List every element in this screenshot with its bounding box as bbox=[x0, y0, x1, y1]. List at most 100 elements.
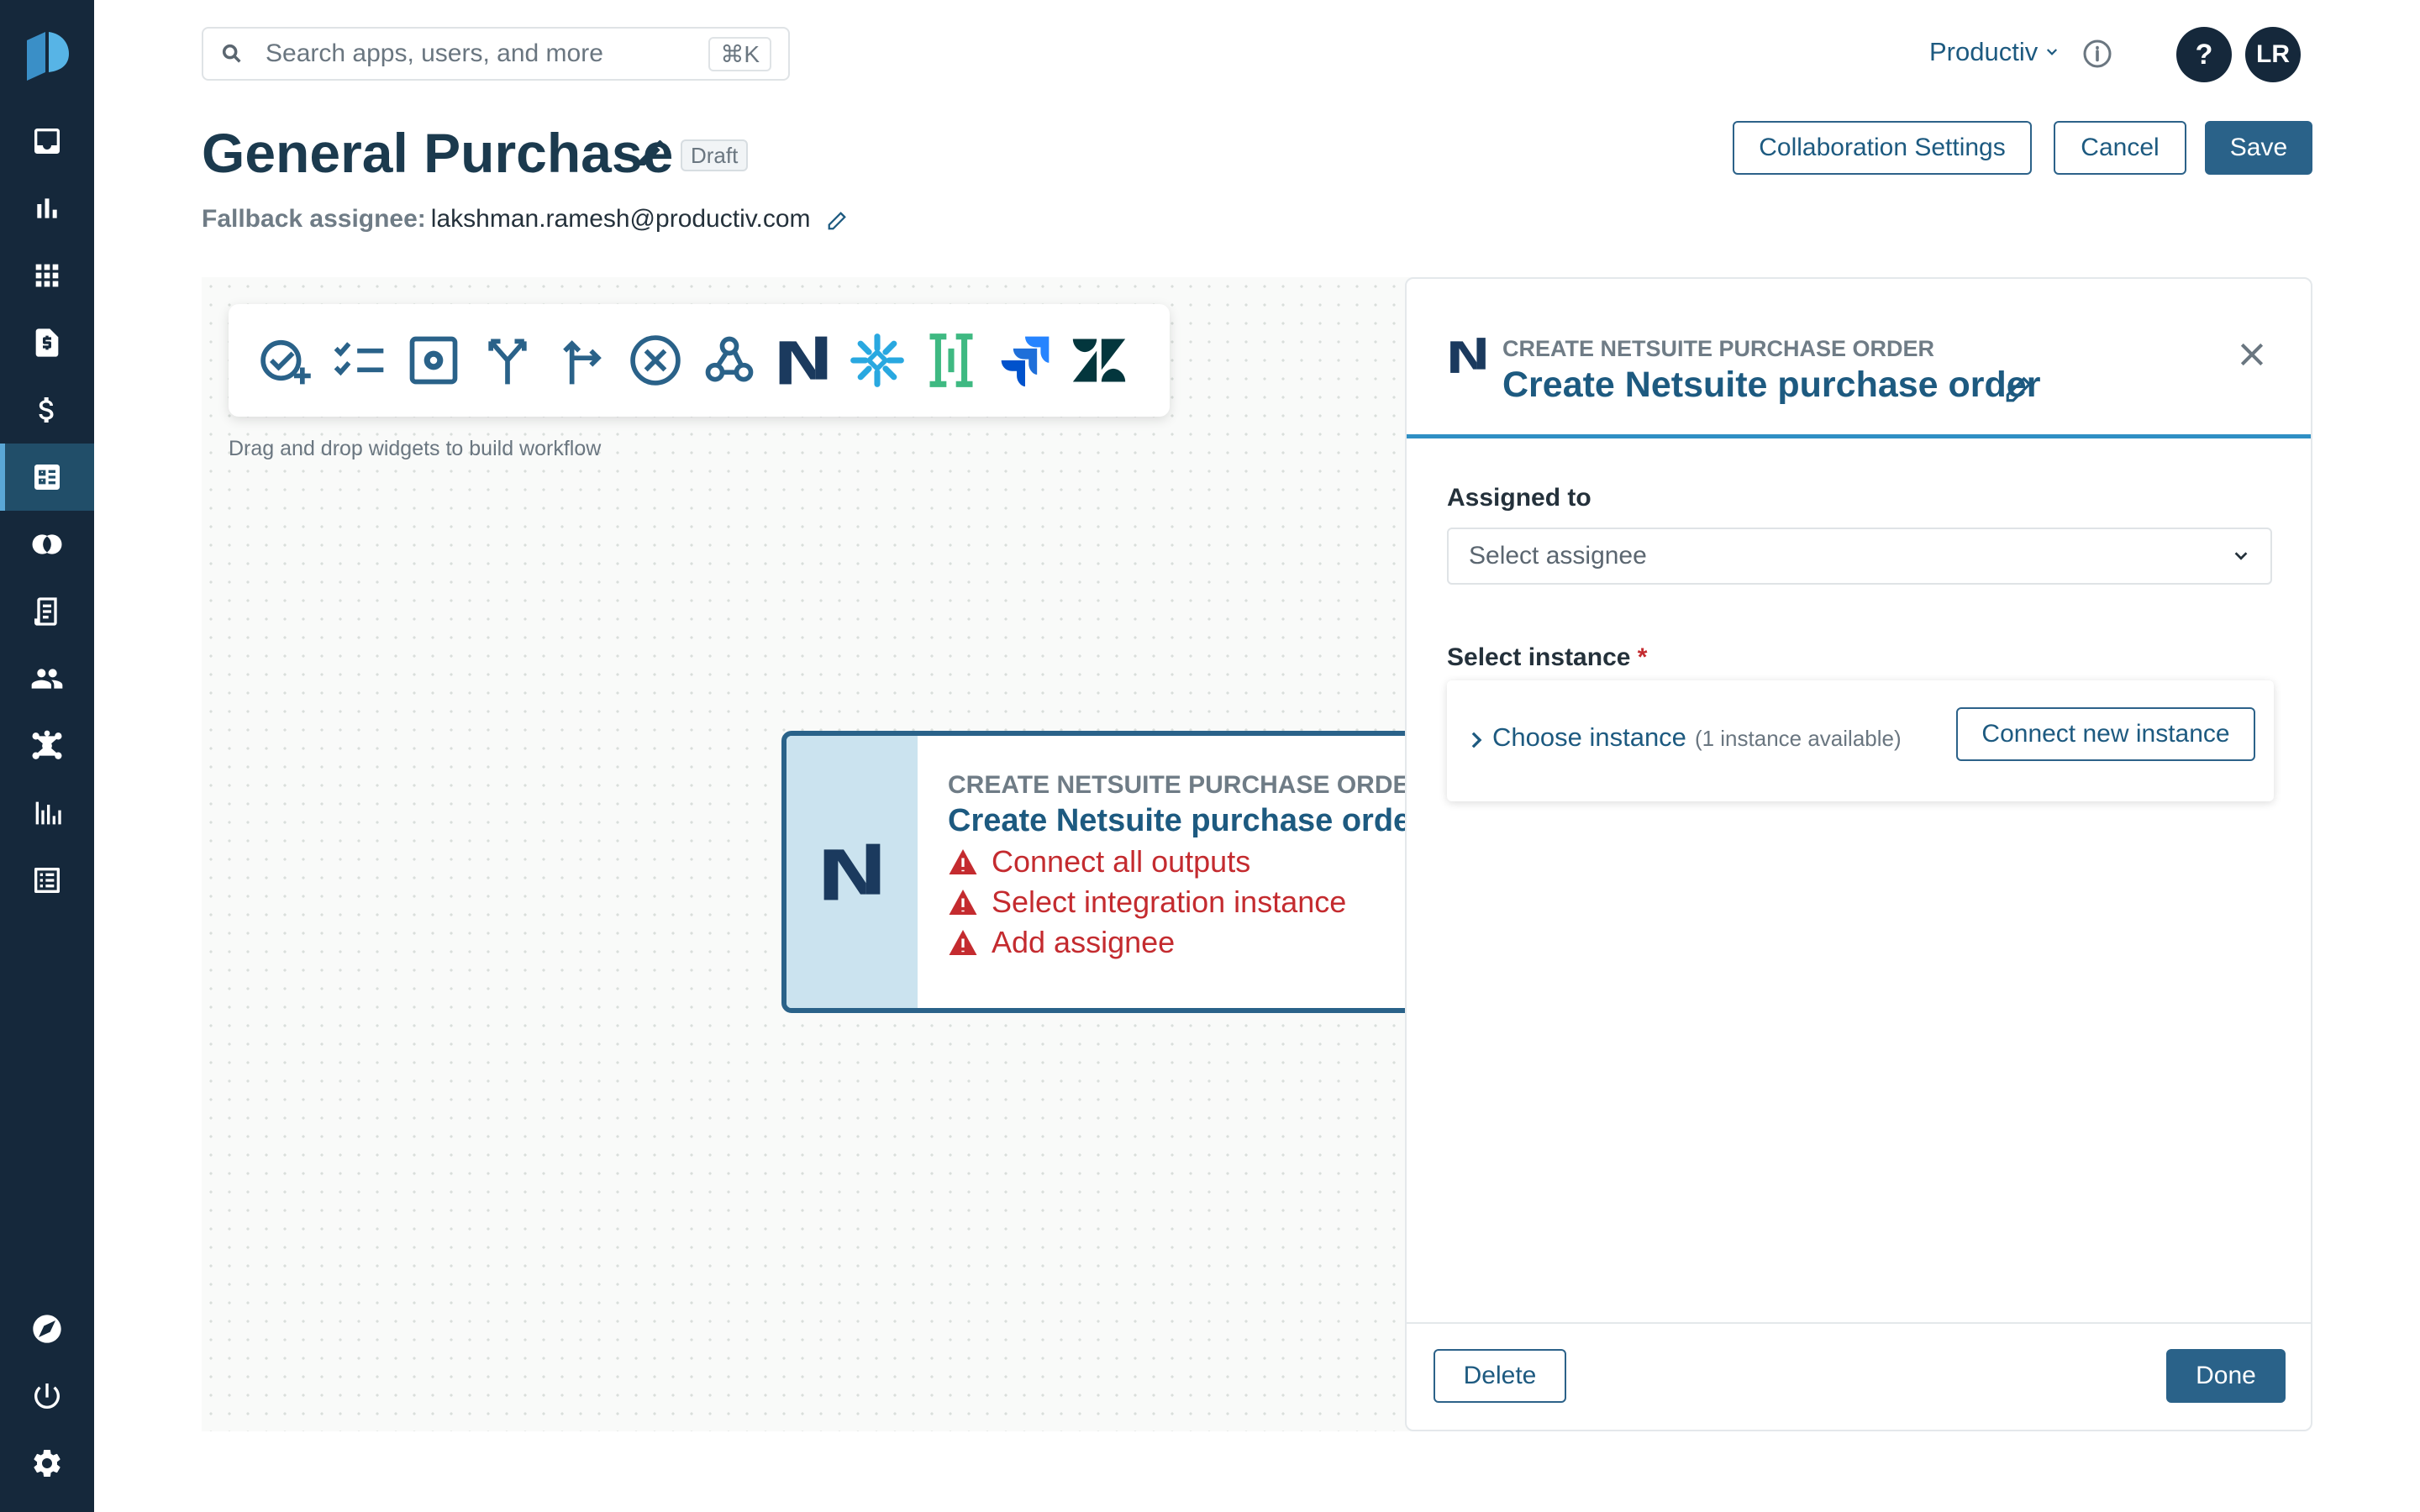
close-icon[interactable] bbox=[2235, 338, 2269, 371]
branch-icon[interactable] bbox=[553, 332, 610, 389]
sidebar-item-logs[interactable] bbox=[0, 847, 94, 914]
choose-instance-text: Choose instance bbox=[1492, 722, 1686, 752]
chevron-down-icon bbox=[2047, 49, 2058, 55]
assignee-placeholder: Select assignee bbox=[1469, 542, 1647, 570]
choose-instance-toggle[interactable]: Choose instance (1 instance available) bbox=[1492, 722, 1902, 753]
sidebar-item-integrations[interactable] bbox=[0, 712, 94, 780]
node-body: CREATE NETSUITE PURCHASE ORDER Create Ne… bbox=[918, 736, 1412, 1008]
instance-label-text: Select instance bbox=[1447, 643, 1631, 671]
widget-toolbar bbox=[229, 304, 1170, 417]
netsuite-logo-icon bbox=[1450, 338, 1486, 373]
power-icon bbox=[34, 1383, 60, 1409]
sidebar-item-overlap[interactable] bbox=[0, 511, 94, 578]
netsuite-icon[interactable] bbox=[775, 332, 832, 389]
sidebar bbox=[0, 0, 94, 1512]
global-search[interactable]: Search apps, users, and more ⌘K bbox=[202, 27, 790, 81]
sidebar-item-invoices[interactable] bbox=[0, 578, 94, 645]
help-button[interactable]: ? bbox=[2176, 27, 2232, 82]
approval-add-icon[interactable] bbox=[257, 332, 314, 389]
sidebar-item-workflows[interactable] bbox=[0, 444, 94, 511]
bar-chart-icon bbox=[37, 198, 57, 218]
panel-title: Create Netsuite purchase order bbox=[1502, 365, 2041, 405]
instance-count: (1 instance available) bbox=[1694, 726, 1902, 751]
chevron-right-icon[interactable] bbox=[1469, 731, 1484, 749]
sidebar-item-reports[interactable] bbox=[0, 780, 94, 847]
info-icon[interactable] bbox=[2082, 39, 2112, 69]
warning-text: Select integration instance bbox=[992, 885, 1347, 919]
save-button[interactable]: Save bbox=[2205, 121, 2312, 175]
delete-button[interactable]: Delete bbox=[1434, 1349, 1566, 1403]
sidebar-item-spend[interactable] bbox=[0, 376, 94, 444]
sidebar-item-explore[interactable] bbox=[0, 1295, 94, 1362]
page-title: General Purchase bbox=[202, 122, 674, 184]
dollar-icon bbox=[39, 397, 54, 423]
workflow-node-netsuite[interactable]: CREATE NETSUITE PURCHASE ORDER Create Ne… bbox=[781, 731, 1412, 1013]
sidebar-item-users[interactable] bbox=[0, 645, 94, 712]
zendesk-icon[interactable] bbox=[1071, 332, 1128, 389]
warning-icon bbox=[949, 930, 977, 955]
list-alt-icon bbox=[34, 868, 60, 893]
gear-icon bbox=[34, 1450, 60, 1477]
instance-card: Choose instance (1 instance available) C… bbox=[1447, 680, 2274, 801]
node-warning: Add assignee bbox=[948, 925, 1412, 960]
warning-icon bbox=[949, 849, 977, 874]
workflow-list-icon bbox=[34, 465, 60, 490]
snowflake-icon[interactable] bbox=[849, 332, 906, 389]
done-button[interactable]: Done bbox=[2166, 1349, 2286, 1403]
netsuite-logo-icon bbox=[823, 843, 881, 900]
split-branch-icon[interactable] bbox=[479, 332, 536, 389]
connect-new-instance-button[interactable]: Connect new instance bbox=[1956, 707, 2255, 761]
node-warning: Select integration instance bbox=[948, 885, 1412, 920]
warning-text: Connect all outputs bbox=[992, 844, 1251, 879]
status-badge: Draft bbox=[681, 139, 749, 171]
fallback-email: lakshman.ramesh@productiv.com bbox=[430, 205, 811, 233]
edit-title-pencil-icon[interactable] bbox=[635, 136, 669, 170]
bar-report-icon bbox=[35, 801, 61, 825]
cancel-circle-icon[interactable] bbox=[627, 332, 684, 389]
node-config-panel: CREATE NETSUITE PURCHASE ORDER Create Ne… bbox=[1405, 277, 2312, 1431]
compass-icon bbox=[33, 1315, 61, 1343]
canvas-hint: Drag and drop widgets to build workflow bbox=[229, 437, 602, 460]
network-hub-icon bbox=[32, 730, 62, 759]
people-icon bbox=[31, 669, 63, 689]
node-title: Create Netsuite purchase order bbox=[948, 803, 1412, 838]
overlap-circles-icon bbox=[32, 534, 62, 554]
fallback-label: Fallback assignee: bbox=[202, 205, 426, 233]
coupa-icon[interactable] bbox=[923, 332, 980, 389]
warning-text: Add assignee bbox=[992, 925, 1176, 959]
warning-icon bbox=[949, 890, 977, 915]
node-kicker: CREATE NETSUITE PURCHASE ORDER bbox=[948, 771, 1412, 799]
sidebar-item-logout[interactable] bbox=[0, 1362, 94, 1430]
app-root: Search apps, users, and more ⌘K Producti… bbox=[0, 0, 2420, 1512]
productiv-logo[interactable] bbox=[24, 29, 71, 82]
contract-icon bbox=[35, 328, 59, 357]
sidebar-item-inbox[interactable] bbox=[0, 108, 94, 175]
user-avatar[interactable]: LR bbox=[2245, 27, 2301, 82]
search-icon bbox=[222, 44, 241, 63]
chevron-down-icon bbox=[2234, 552, 2248, 560]
panel-kicker: CREATE NETSUITE PURCHASE ORDER bbox=[1502, 336, 1935, 361]
workflow-canvas[interactable]: Drag and drop widgets to build workflow … bbox=[202, 277, 1412, 1431]
jira-icon[interactable] bbox=[997, 332, 1054, 389]
panel-header: CREATE NETSUITE PURCHASE ORDER Create Ne… bbox=[1407, 279, 2311, 438]
assigned-label: Assigned to bbox=[1447, 484, 1591, 512]
fallback-assignee: Fallback assignee: lakshman.ramesh@produ… bbox=[202, 205, 851, 234]
edit-node-pencil-icon[interactable] bbox=[2003, 370, 2039, 405]
sidebar-item-analytics[interactable] bbox=[0, 175, 94, 242]
sidebar-item-contracts[interactable] bbox=[0, 309, 94, 376]
checklist-icon[interactable] bbox=[331, 332, 388, 389]
assignee-select[interactable]: Select assignee bbox=[1447, 528, 2272, 585]
apps-grid-icon bbox=[35, 264, 59, 287]
sidebar-item-settings[interactable] bbox=[0, 1430, 94, 1497]
settings-box-icon[interactable] bbox=[405, 332, 462, 389]
webhook-icon[interactable] bbox=[701, 332, 758, 389]
inbox-icon bbox=[34, 129, 60, 154]
receipt-icon bbox=[34, 597, 57, 626]
org-switcher[interactable]: Productiv bbox=[1929, 37, 2060, 67]
cancel-button[interactable]: Cancel bbox=[2054, 121, 2186, 175]
collaboration-settings-button[interactable]: Collaboration Settings bbox=[1733, 121, 2032, 175]
panel-footer-divider bbox=[1407, 1322, 2311, 1324]
required-mark: * bbox=[1637, 643, 1648, 671]
edit-fallback-pencil-icon[interactable] bbox=[826, 207, 851, 232]
sidebar-item-apps[interactable] bbox=[0, 242, 94, 309]
